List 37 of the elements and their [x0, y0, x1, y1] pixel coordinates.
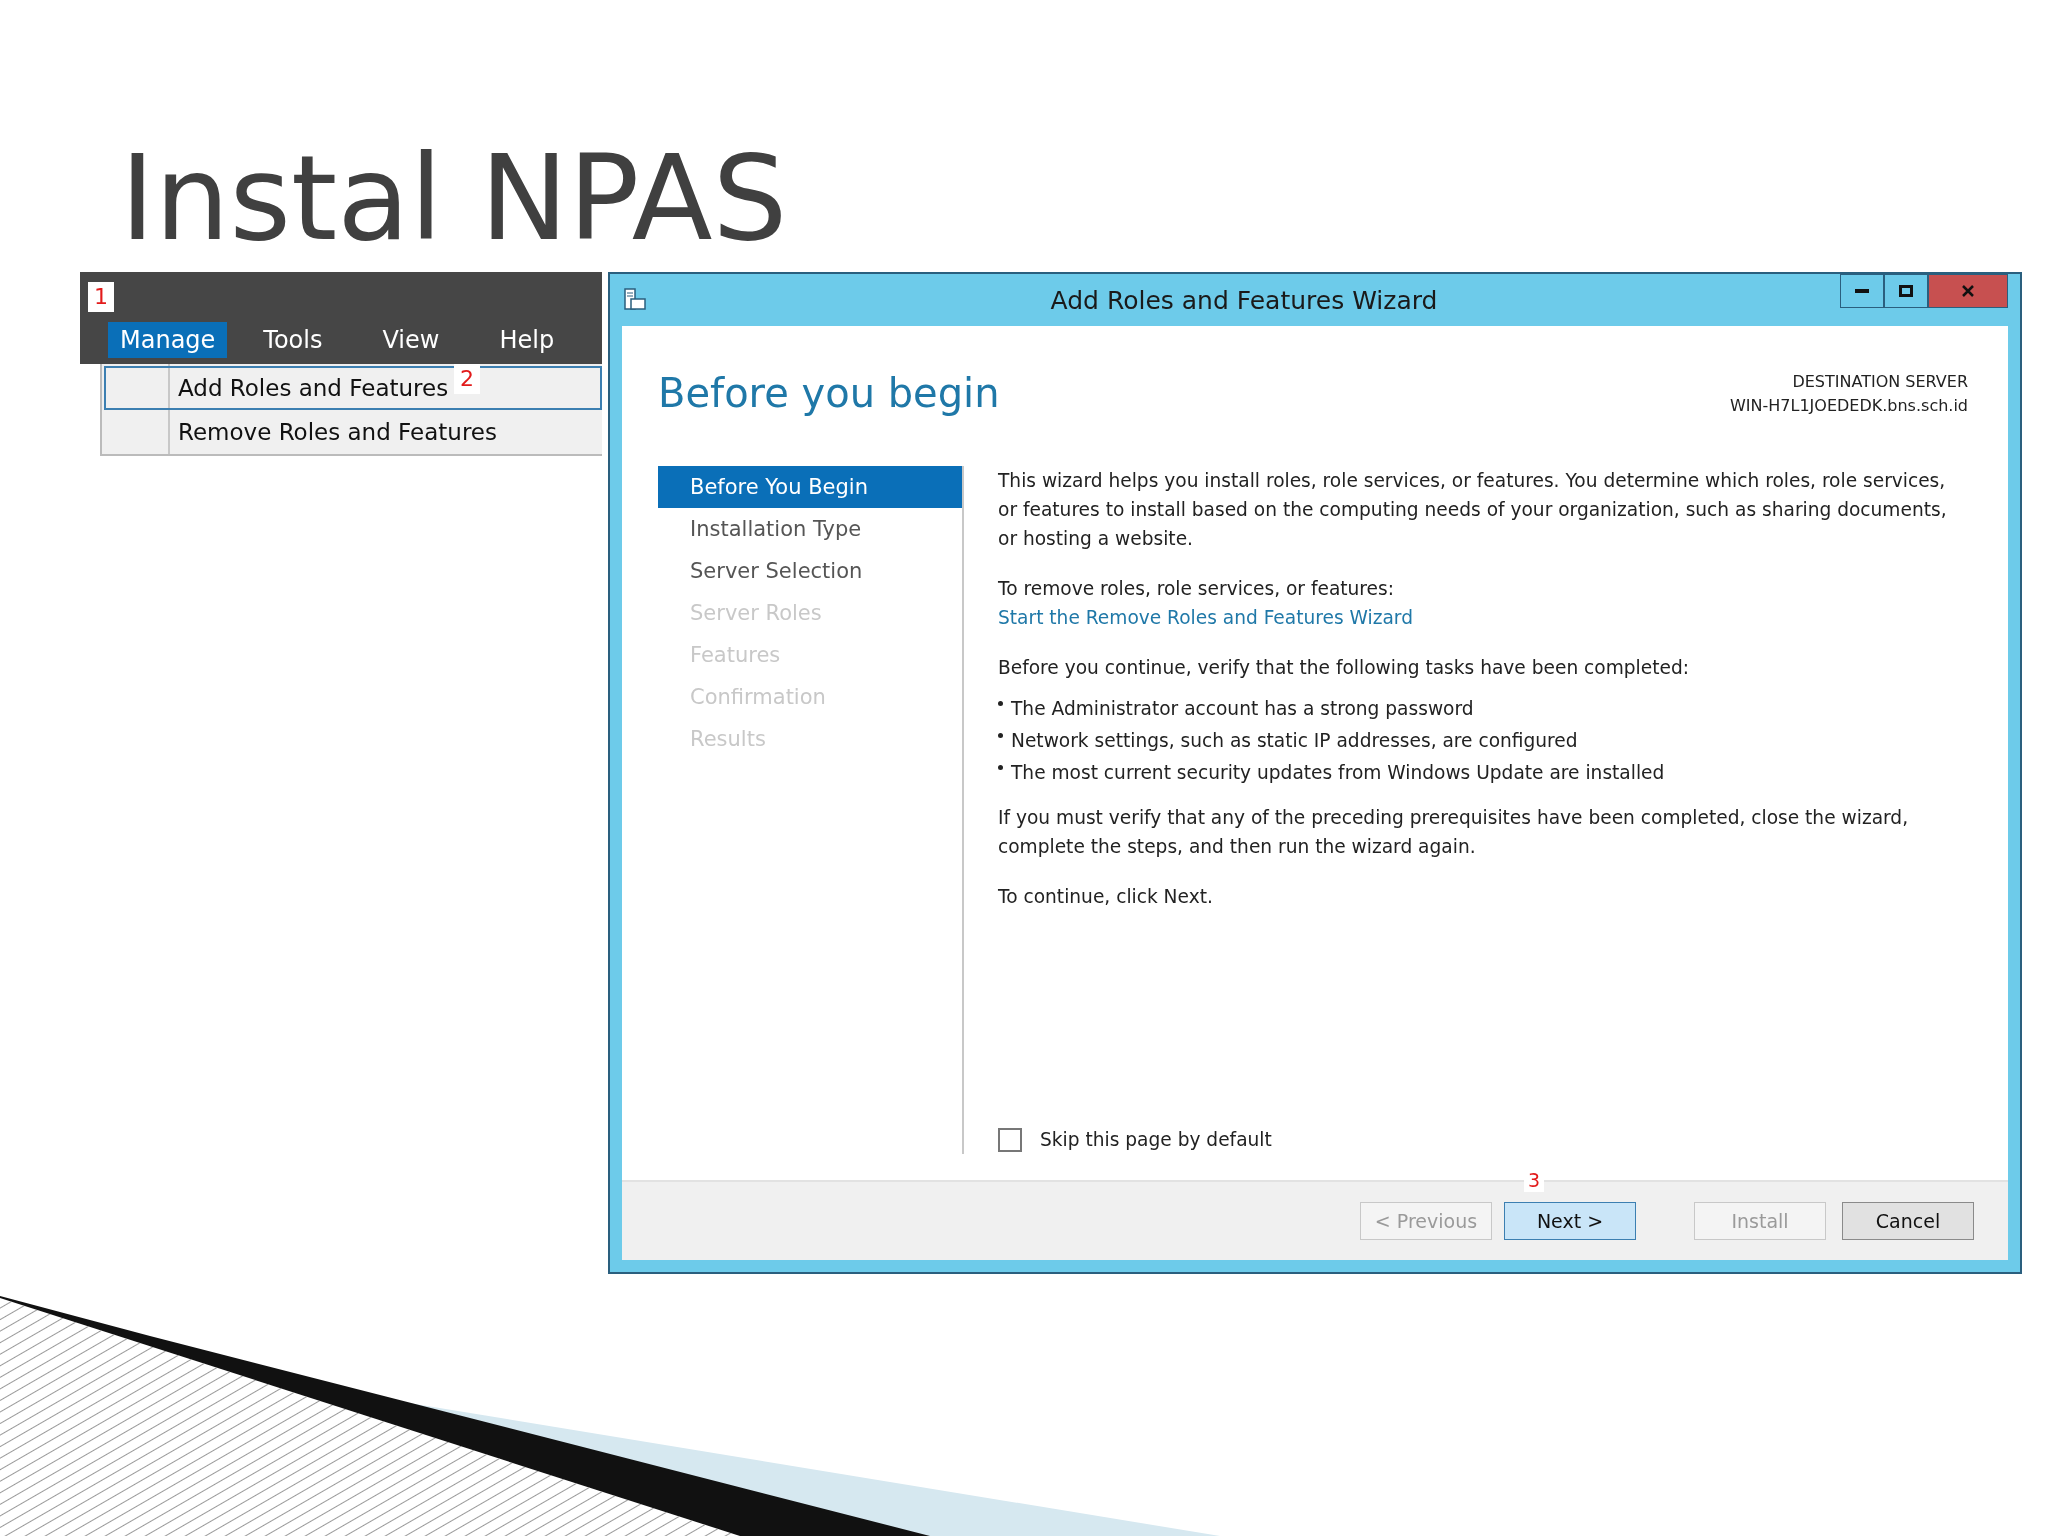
wizard-button[interactable]: Cancel — [1842, 1202, 1974, 1240]
checkbox-label: Skip this page by default — [1040, 1128, 1272, 1152]
task-text: The most current security updates from Windows Update are installed — [1011, 761, 1665, 785]
wizard-button[interactable]: Next > — [1504, 1202, 1636, 1240]
skip-checkbox[interactable] — [998, 1127, 1022, 1152]
continue-note: To continue, click Next. — [998, 885, 1214, 909]
close-icon — [1962, 285, 1974, 297]
bullet-icon — [998, 733, 1003, 738]
task-text: Network settings, such as static IP addresses, are configured — [1011, 729, 1578, 753]
bullet-icon — [998, 765, 1003, 770]
destination-server: WIN-H7L1JOEDEDK.bns.sch.id — [1730, 395, 1968, 417]
maximize-icon — [1899, 285, 1913, 297]
wizard-step[interactable]: Server Selection — [658, 550, 962, 592]
step-marker: 1 — [88, 282, 114, 312]
minimize-button[interactable] — [1840, 274, 1884, 308]
intro-text: This wizard helps you install roles, role services, or features. You determine which roles, role services, or features to install based on the computing needs of your organization, such as sharing documents, or hosting a website. — [998, 469, 1948, 551]
destination-label: DESTINATION SERVER — [1791, 371, 1968, 393]
slide-title: Instal NPAS — [120, 128, 788, 268]
minimize-icon — [1855, 289, 1869, 293]
wizard-step[interactable]: Before You Begin — [658, 466, 962, 508]
wizard-step[interactable]: Installation Type — [658, 508, 962, 550]
menu-item[interactable]: Help — [487, 322, 567, 358]
remove-label: To remove roles, role services, or features: — [998, 577, 1395, 601]
step-marker: 2 — [454, 364, 480, 394]
task-text: The Administrator account has a strong password — [1011, 697, 1474, 721]
dropdown-item[interactable]: Remove Roles and Features — [104, 410, 602, 454]
menu-item[interactable]: Tools — [251, 322, 335, 358]
verify-intro: Before you continue, verify that the following tasks have been completed: — [998, 656, 1690, 680]
menu-item[interactable]: Manage — [108, 322, 228, 358]
server-icon — [622, 287, 648, 313]
page-title: Before you begin — [658, 370, 1000, 418]
verify-note: If you must verify that any of the preceding prerequisites have been completed, close the wizard, complete the steps, and then run the wizard again. — [998, 806, 1910, 859]
remove-wizard-link[interactable]: Start the Remove Roles and Features Wizard — [998, 603, 1968, 632]
bullet-icon — [998, 701, 1003, 706]
maximize-button[interactable] — [1884, 274, 1928, 308]
menu-item[interactable]: View — [370, 322, 452, 358]
window-title: Add Roles and Features Wizard — [1049, 285, 1439, 315]
